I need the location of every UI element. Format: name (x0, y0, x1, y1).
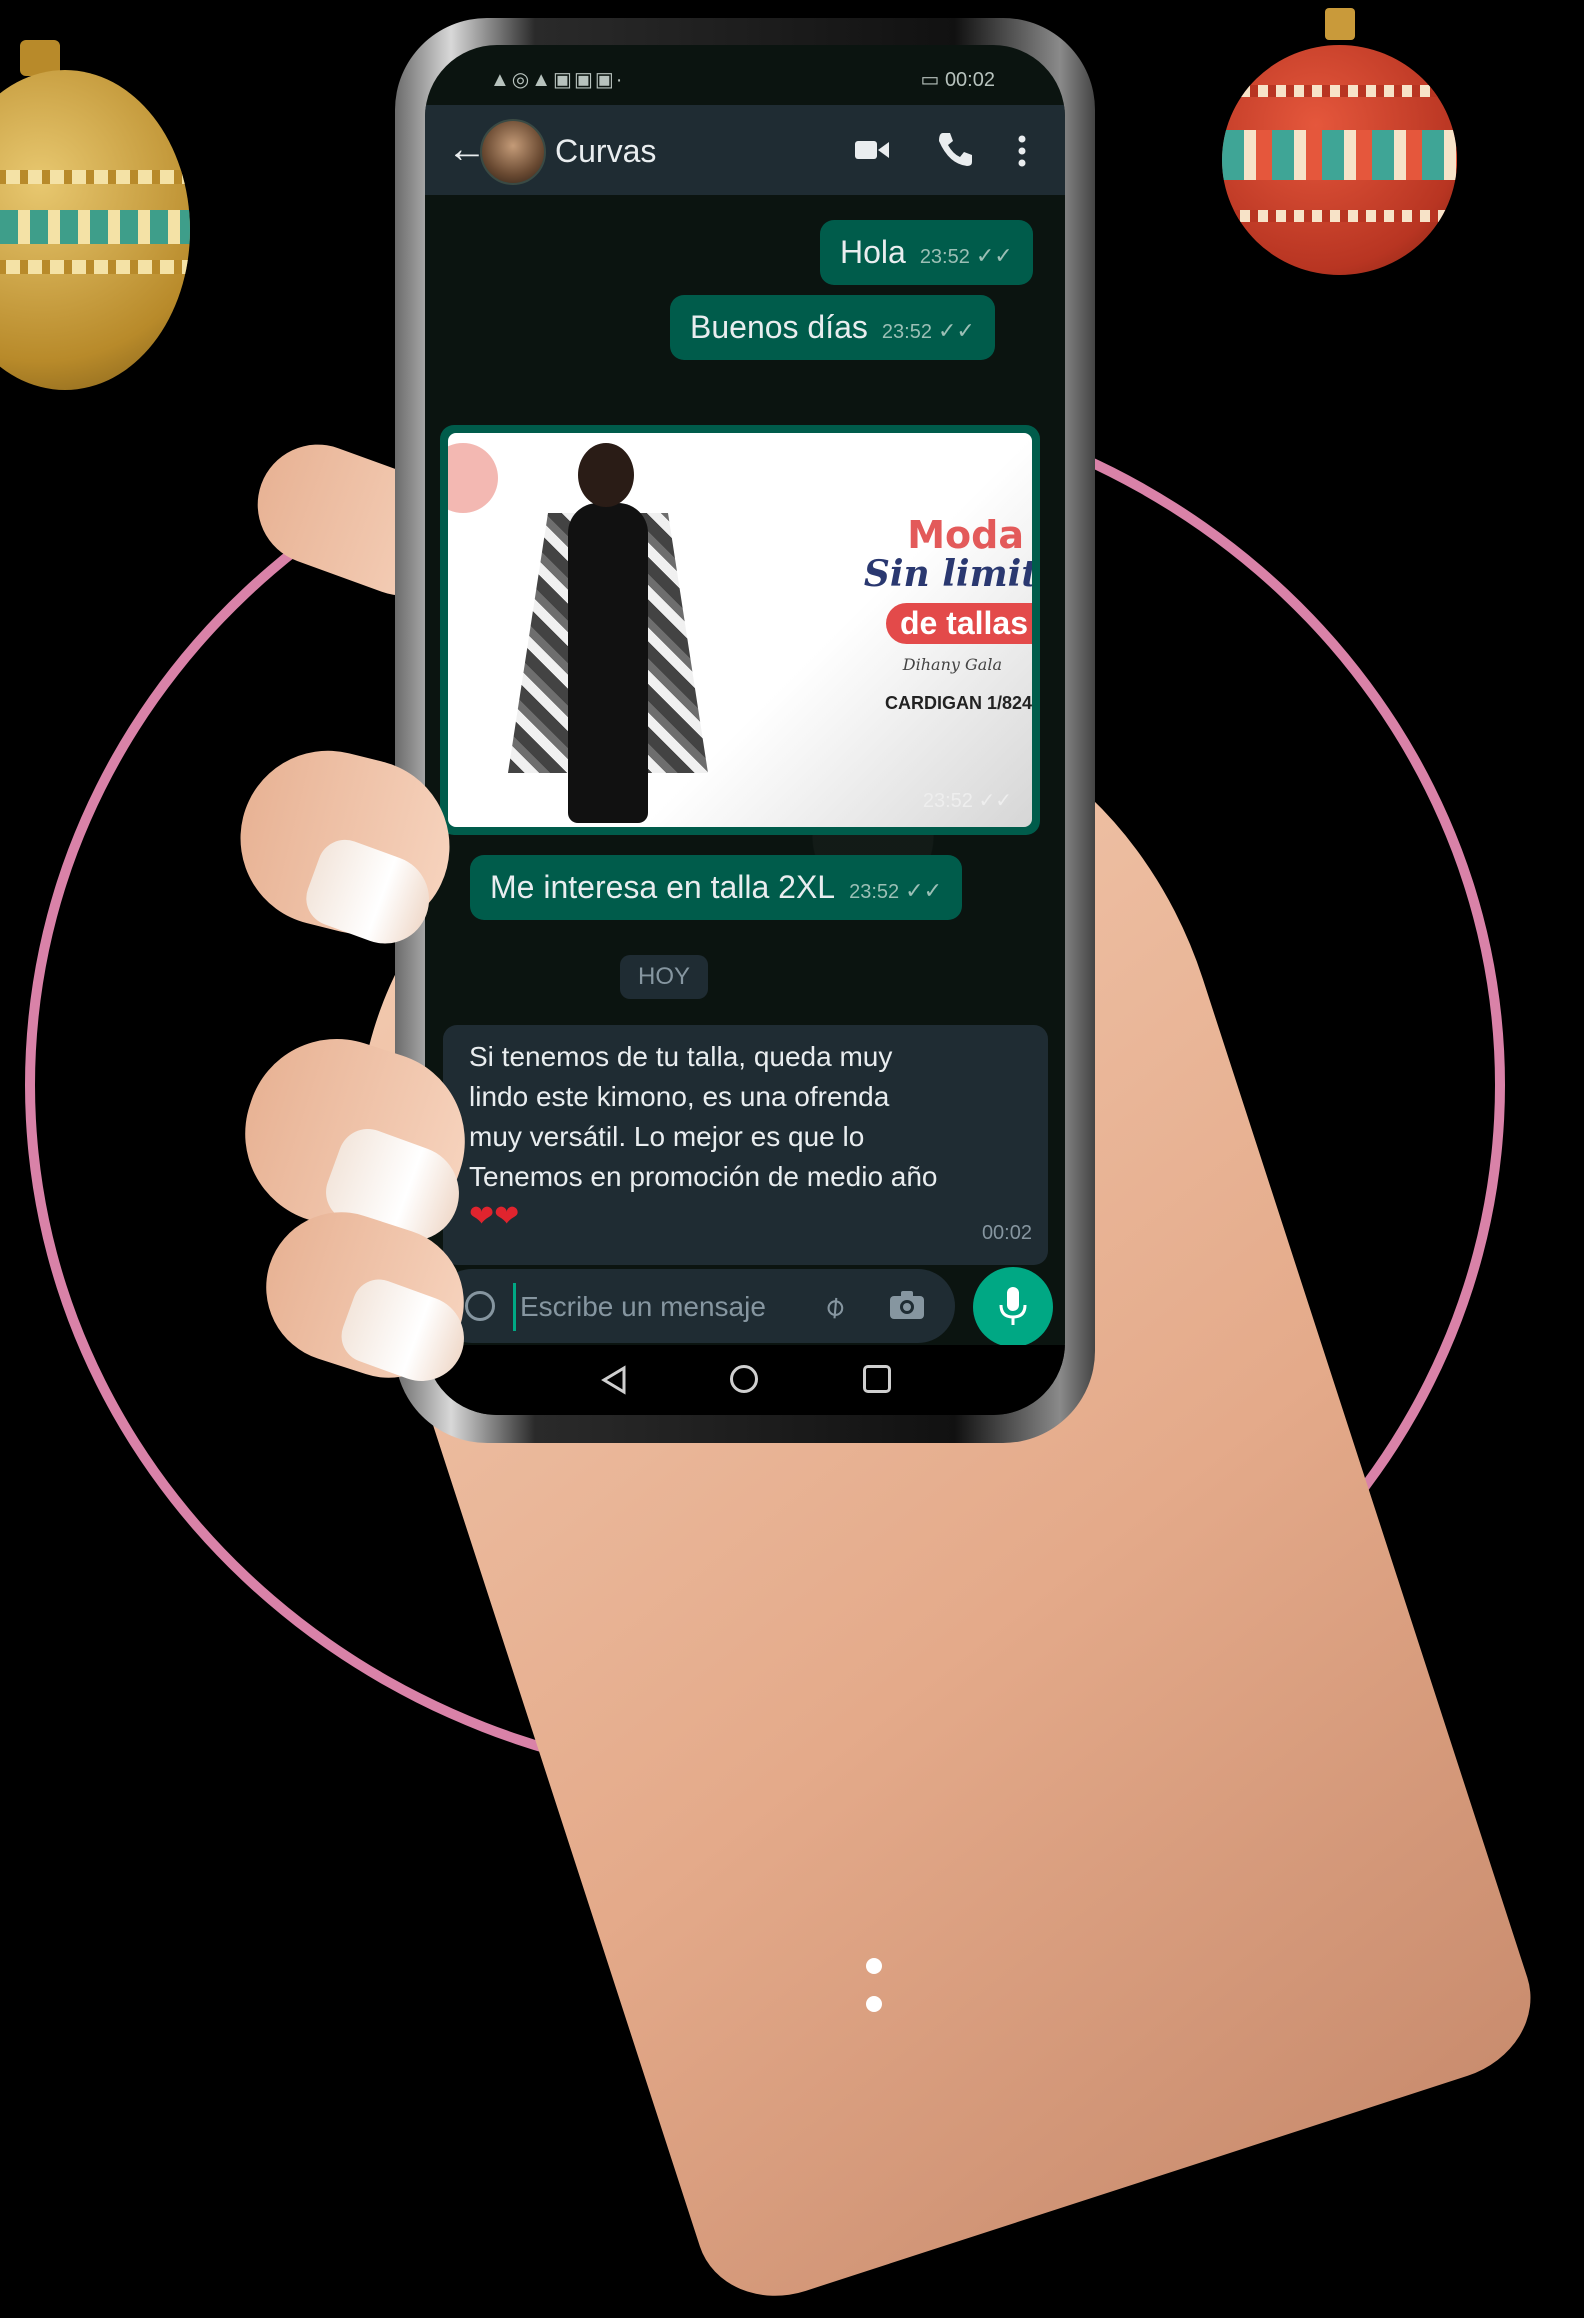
more-options-icon[interactable] (1017, 135, 1027, 167)
promo-tallas-badge: de tallas (885, 603, 1032, 644)
status-icons: ▲◎▲▣▣▣· (490, 69, 625, 91)
heart-emoji: ❤❤ (469, 1200, 520, 1233)
message-text: Buenos días (690, 309, 868, 345)
microphone-icon (999, 1287, 1027, 1325)
gold-ornament (0, 70, 190, 390)
camera-icon[interactable] (890, 1291, 924, 1319)
outgoing-message[interactable]: Buenos días 23:52 ✓✓ (670, 295, 995, 360)
phone-screen: ▲◎▲▣▣▣· ▭ 00:02 ← Curvas Hola 23:52 ✓✓ Bue… (425, 45, 1065, 1415)
message-time: 00:02 (981, 1222, 1032, 1244)
emoji-icon[interactable] (465, 1291, 495, 1321)
message-input[interactable] (513, 1283, 802, 1331)
message-line: Si tenemos de tu talla, queda muy (469, 1041, 893, 1072)
nav-recents-icon[interactable] (863, 1365, 891, 1393)
model-head (578, 443, 634, 507)
video-call-icon[interactable] (855, 139, 889, 161)
date-divider: HOY (620, 955, 709, 999)
message-text: Hola (840, 234, 906, 270)
voice-message-button[interactable] (973, 1267, 1053, 1347)
read-ticks-icon: ✓✓ (937, 318, 975, 343)
outgoing-message[interactable]: Hola 23:52 ✓✓ (820, 220, 1033, 285)
read-ticks-icon: ✓✓ (975, 243, 1013, 268)
outgoing-message[interactable]: Me interesa en talla 2XL 23:52 ✓✓ (470, 855, 963, 920)
page-indicator-dots (866, 1958, 882, 2034)
promo-signature: Dihany Gala (902, 655, 1002, 674)
message-text: Me interesa en talla 2XL (490, 869, 836, 905)
nav-back-icon[interactable] (600, 1365, 628, 1395)
message-line: Tenemos en promoción de medio año (469, 1161, 938, 1192)
message-line: muy versátil. Lo mejor es que lo (469, 1121, 865, 1152)
model-figure (568, 503, 648, 823)
message-time: 23:52 (881, 321, 932, 343)
promo-image[interactable]: Moda Sin limit de tallas Dihany Gala CAR… (448, 433, 1032, 827)
promo-moda-text: Moda (907, 513, 1024, 557)
promo-cardigan-text: CARDIGAN 1/824 (884, 693, 1032, 713)
attach-clip-icon[interactable]: ⌀ (816, 1287, 852, 1325)
status-clock: ▭ 00:02 (920, 69, 995, 91)
promo-decor-circle (448, 443, 498, 513)
message-time: 23:52 (919, 246, 970, 268)
incoming-message[interactable]: Si tenemos de tu talla, queda muy lindo … (443, 1025, 1048, 1265)
contact-name[interactable]: Curvas (555, 133, 656, 170)
status-bar: ▲◎▲▣▣▣· ▭ 00:02 (425, 45, 1065, 105)
message-input-pill: ⌀ (435, 1269, 955, 1343)
chat-area: Hola 23:52 ✓✓ Buenos días 23:52 ✓✓ Moda Sin … (425, 195, 1065, 1265)
red-ornament-cap (1325, 8, 1355, 40)
read-ticks-icon: ✓✓ (905, 878, 943, 903)
nav-home-icon[interactable] (730, 1365, 758, 1393)
voice-call-icon[interactable] (935, 129, 975, 169)
promo-sin-limite-text: Sin limit (863, 553, 1032, 595)
chat-header: ← Curvas (425, 105, 1065, 195)
outgoing-image-message[interactable]: Moda Sin limit de tallas Dihany Gala CAR… (440, 425, 1040, 835)
message-line: lindo este kimono, es una ofrenda (469, 1081, 890, 1112)
contact-avatar[interactable] (480, 119, 546, 185)
android-nav-bar (425, 1345, 1065, 1415)
image-message-time: 23:52 ✓✓ (922, 790, 1012, 812)
red-ornament (1222, 45, 1457, 275)
message-input-bar: ⌀ (425, 1265, 1065, 1347)
message-time: 23:52 (849, 881, 900, 903)
